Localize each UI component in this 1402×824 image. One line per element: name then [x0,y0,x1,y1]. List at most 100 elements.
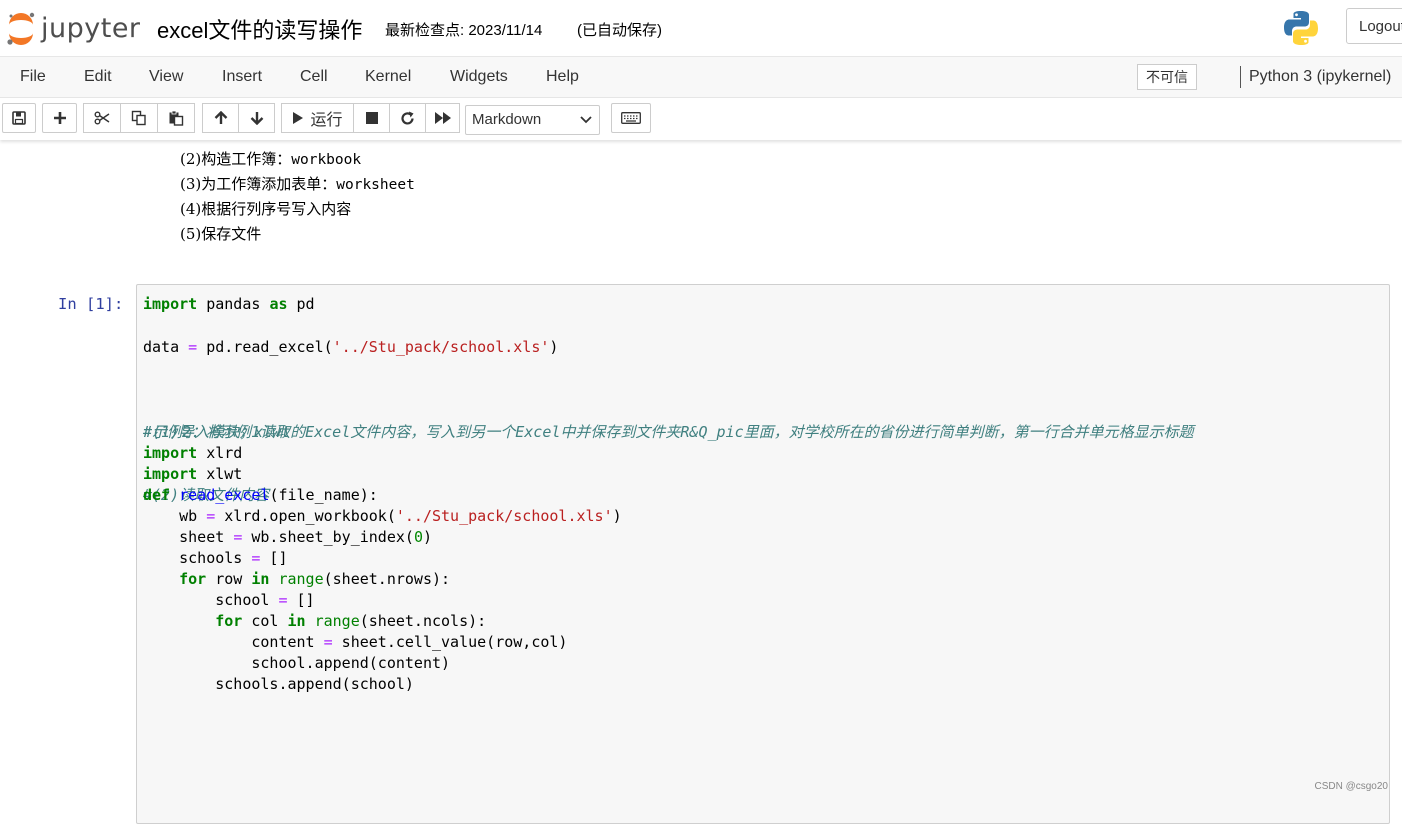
code-token: xlwt [197,465,243,483]
python-logo-icon [1284,11,1318,45]
logo-wordmark: jupyter [41,12,141,44]
code-token: sheet.cell_value(row,col) [332,633,568,651]
code-token: for [215,612,243,630]
code-token: schools [143,549,252,567]
menu-view[interactable]: View [149,68,183,86]
code-token: ) [612,507,622,525]
arrow-up-icon [214,111,227,124]
code-token: ) [422,528,432,546]
code-token: import [143,444,198,462]
paste-button[interactable] [157,103,195,133]
code-line: import xlrd [143,443,242,463]
cut-icon [94,111,110,125]
code-line: sheet = wb.sheet_by_index(0) [143,527,432,547]
code-token: #示例2：将示例1读取的Excel文件内容，写入到另一个Excel中并保存到文件… [143,423,1194,441]
restart-icon [401,111,414,124]
chevron-down-icon [580,106,592,144]
code-token: [] [260,549,288,567]
logout-button[interactable]: Logout [1346,8,1402,44]
move-down-button[interactable] [238,103,275,133]
code-line: import pandas as pd [143,294,315,314]
code-line: wb = xlrd.open_workbook('../Stu_pack/sch… [143,506,622,526]
code-line: schools.append(school) [143,674,414,694]
interrupt-kernel-button[interactable] [353,103,390,133]
code-token: school.append(content) [143,654,451,672]
code-token: import [143,465,198,483]
code-token: school [143,591,279,609]
markdown-line: (2)构造工作簿：workbook [180,150,362,168]
arrow-down-icon [250,112,263,125]
code-line: school = [] [143,590,314,610]
code-token: range [278,570,324,588]
code-token: #(1)导入模块；xlwt [143,423,291,441]
trust-status-button[interactable]: 不可信 [1137,64,1197,90]
run-label: 运行 [310,112,343,129]
code-line: content = sheet.cell_value(row,col) [143,632,567,652]
restart-kernel-button[interactable] [389,103,426,133]
menu-edit[interactable]: Edit [84,68,112,86]
code-token: = [188,338,198,356]
menu-insert[interactable]: Insert [222,68,262,86]
code-token: import [143,295,198,313]
code-token: (file_name): [269,486,378,504]
fast-forward-icon [434,112,451,124]
input-prompt: In [1]: [58,295,124,313]
code-token: def [143,486,171,504]
code-token: sheet [143,528,234,546]
menu-widgets[interactable]: Widgets [450,68,508,86]
run-button[interactable]: 运行 [281,103,354,133]
code-token: wb [143,507,207,525]
notebook-header: jupyter excel文件的读写操作 最新检查点: 2023/11/14 (… [0,0,1402,57]
cell-type-value: Markdown [472,111,542,128]
notebook-title[interactable]: excel文件的读写操作 [157,13,362,45]
code-line: #(1)导入模块；xlwt [143,422,290,442]
play-icon [293,112,304,124]
code-token: in [287,612,306,630]
copy-button[interactable] [120,103,158,133]
code-line: schools = [] [143,548,288,568]
menu-file[interactable]: File [20,68,46,86]
code-token: data [143,338,189,356]
code-token: = [233,528,243,546]
code-token: wb.sheet_by_index( [242,528,414,546]
markdown-line: (3)为工作簿添加表单：worksheet [180,175,415,193]
jupyter-logo[interactable]: jupyter [5,9,141,47]
code-line: def read_excel(file_name): [143,485,378,505]
restart-run-all-button[interactable] [425,103,460,133]
save-button[interactable] [2,103,36,133]
code-line: data = pd.read_excel('../Stu_pack/school… [143,337,558,357]
code-line: for row in range(sheet.nrows): [143,569,450,589]
copy-icon [131,110,146,126]
kernel-separator [1240,66,1241,88]
command-palette-button[interactable] [611,103,651,133]
menu-help[interactable]: Help [546,68,579,86]
menu-kernel[interactable]: Kernel [365,68,411,86]
code-token: schools.append(school) [143,675,414,693]
cut-button[interactable] [83,103,121,133]
code-line: import xlwt [143,464,242,484]
markdown-line: (4)根据行列序号写入内容 [180,200,352,218]
code-token: col [242,612,288,630]
jupyter-logo-icon [7,12,35,45]
cell-type-select[interactable]: Markdown [465,105,600,135]
insert-cell-button[interactable] [42,103,77,133]
code-token: (sheet.ncols): [359,612,487,630]
kernel-name[interactable]: Python 3 (ipykernel) [1249,68,1391,86]
menu-cell[interactable]: Cell [300,68,328,86]
toolbar: 运行 [0,98,1402,140]
code-line: #示例2：将示例1读取的Excel文件内容，写入到另一个Excel中并保存到文件… [143,422,1194,442]
code-token: (sheet.nrows): [323,570,451,588]
move-up-button[interactable] [202,103,239,133]
code-token: = [206,507,216,525]
code-token: ) [549,338,559,356]
stop-icon [365,112,378,124]
code-token: xlrd.open_workbook( [215,507,396,525]
code-token: read_excel [179,486,270,504]
checkpoint-status: 最新检查点: 2023/11/14 [385,22,543,39]
code-token: = [323,633,333,651]
code-token: content [143,633,324,651]
code-editor[interactable] [136,284,1390,824]
